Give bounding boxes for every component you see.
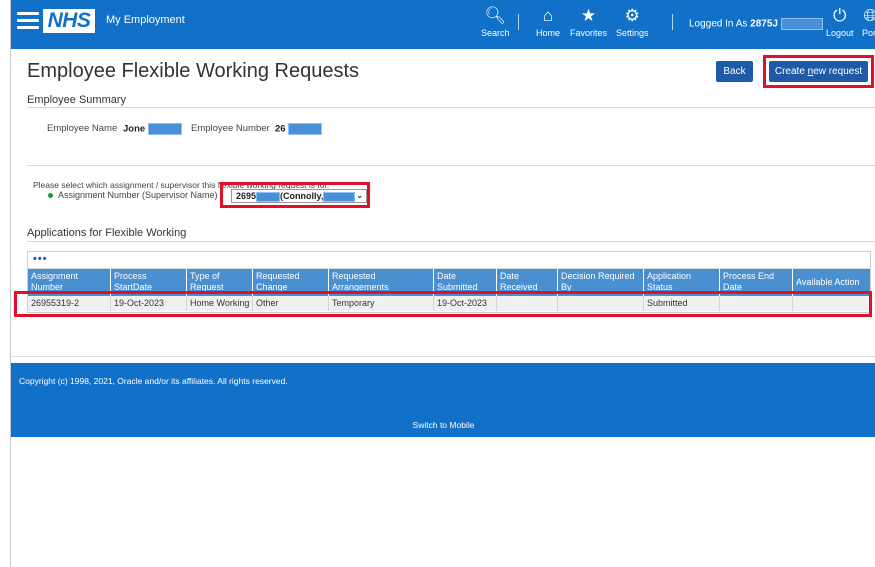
section-divider [27,241,875,242]
table-toolbar: ••• [28,252,870,269]
favorites-label: Favorites [570,28,608,38]
redaction-box [147,123,182,135]
redaction-box [288,123,323,135]
employee-name-label: Employee Name [47,123,118,134]
employee-number-label: Employee Number [191,123,270,134]
content-divider [11,356,875,357]
globe-icon: 🌐︎ [863,6,875,25]
logout-label: Logout [826,28,854,38]
header-divider [672,14,673,30]
employee-name-value: Jone [123,123,182,135]
logged-in-prefix: Logged In As [689,18,748,30]
favorites-button[interactable]: ★ Favorites [570,6,607,38]
highlight-application-row [14,291,872,317]
switch-to-mobile-link[interactable]: Switch to Mobile [11,420,875,430]
portal-button[interactable]: 🌐︎ Port [862,6,875,38]
logout-button[interactable]: ⏻ Logout [826,6,854,38]
gear-icon: ⚙ [624,6,640,25]
search-label: Search [481,28,510,38]
logged-in-status: Logged In As 2875J [689,18,823,30]
settings-button[interactable]: ⚙ Settings [616,6,649,38]
redaction-box [780,18,823,30]
search-icon: 🔍︎ [484,6,507,25]
section-divider [27,107,875,108]
power-icon: ⏻ [833,6,847,25]
star-icon: ★ [580,6,597,25]
employee-number-value: 26 [275,123,323,135]
app-title: My Employment [106,14,185,26]
home-label: Home [536,28,561,38]
highlight-assignment-select [220,182,370,208]
settings-label: Settings [616,28,649,38]
required-indicator [48,193,53,198]
portal-label: Port [862,28,875,38]
copyright-text: Copyright (c) 1998, 2021, Oracle and/or … [19,376,288,386]
employee-name-text: Jone [123,123,146,135]
nhs-logo: NHS [43,9,95,33]
employee-summary-title: Employee Summary [27,94,127,106]
assignment-number-label: Assignment Number (Supervisor Name) [58,190,218,200]
home-icon: ⌂ [542,6,554,25]
footer: Copyright (c) 1998, 2021, Oracle and/or … [11,363,875,437]
applications-title: Applications for Flexible Working [27,227,187,239]
top-header: NHS My Employment 🔍︎ Search ⌂ Home ★ Fav… [11,0,875,49]
home-button[interactable]: ⌂ Home [536,6,560,38]
page-frame: NHS My Employment 🔍︎ Search ⌂ Home ★ Fav… [10,0,875,567]
header-divider [518,14,519,30]
section-divider [27,165,875,166]
back-button[interactable]: Back [716,61,753,82]
employee-number-text: 26 [275,123,286,135]
highlight-create-button [763,55,874,88]
search-button[interactable]: 🔍︎ Search [481,6,510,38]
logged-in-user: 2875J [750,18,778,30]
menu-icon[interactable] [17,12,39,30]
more-options-icon[interactable]: ••• [33,253,48,265]
page-title: Employee Flexible Working Requests [27,60,360,82]
